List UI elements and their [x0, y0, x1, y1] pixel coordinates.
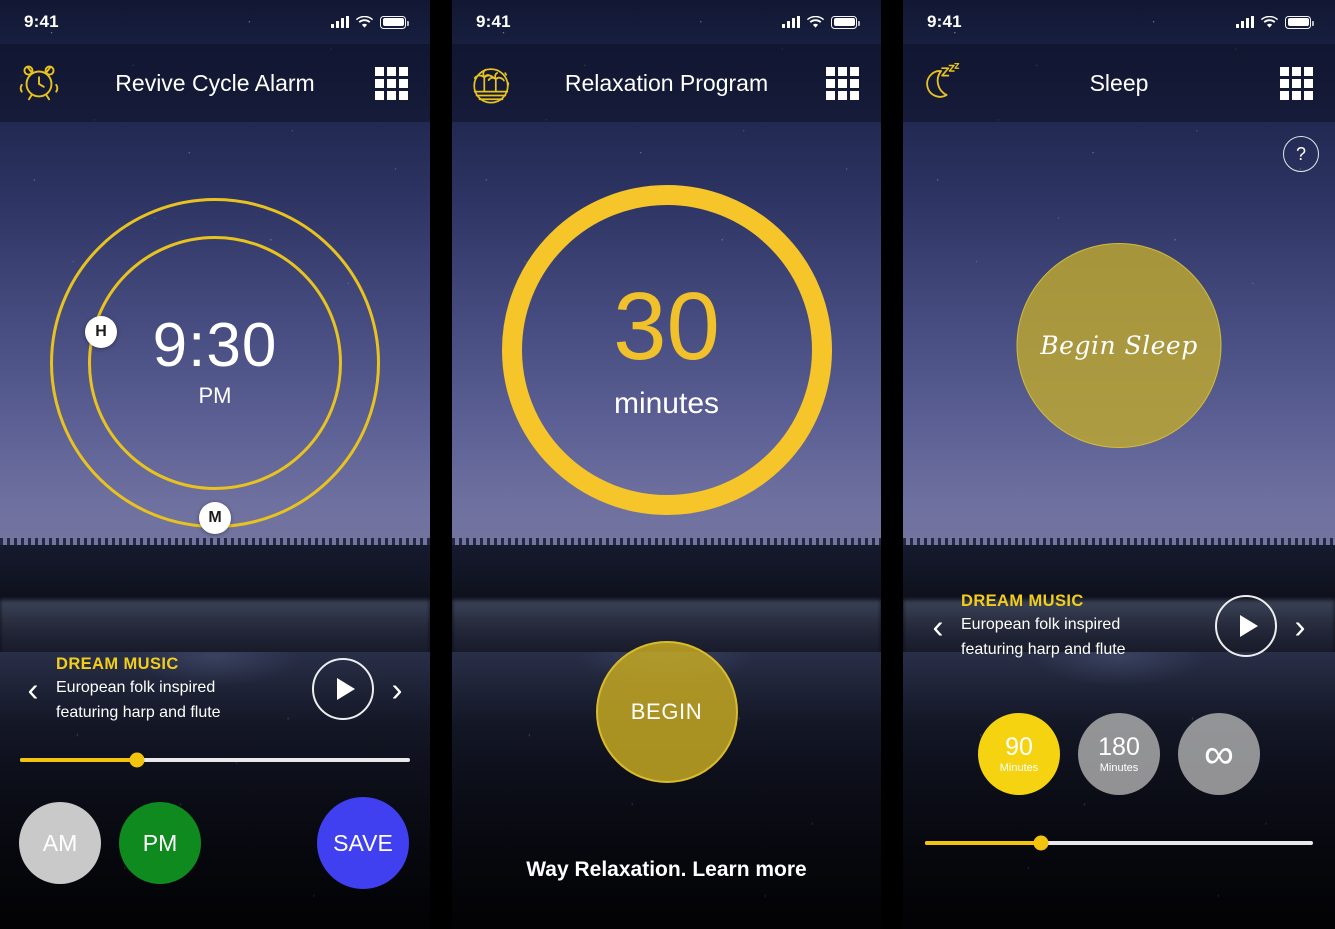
timer-unit: minutes — [613, 387, 720, 420]
next-track-button[interactable]: › — [374, 673, 420, 706]
learn-more-link[interactable]: Way Relaxation. Learn more — [452, 858, 881, 882]
wifi-icon — [1261, 15, 1278, 28]
track-description-line2: featuring harp and flute — [961, 640, 1126, 658]
phone-screen-revive-cycle-alarm: 9:41 Revive Cycle Alarm 9:30 PM H M ‹ DR… — [0, 0, 430, 929]
grid-menu-icon[interactable] — [1257, 66, 1335, 100]
alarm-meridiem: PM — [198, 383, 232, 408]
signal-bars-icon — [331, 16, 349, 28]
music-player-alarm: ‹ DREAM MUSIC European folk inspired fea… — [10, 655, 420, 723]
track-title: DREAM MUSIC — [961, 592, 1084, 610]
minute-handle[interactable]: M — [199, 502, 231, 534]
track-description-line1: European folk inspired — [56, 679, 216, 696]
track-description-line1: European folk inspired — [961, 616, 1121, 633]
duration-option-180[interactable]: 180 Minutes — [1078, 713, 1160, 795]
play-icon — [1239, 615, 1258, 638]
screenshot-stage: 9:41 Revive Cycle Alarm 9:30 PM H M ‹ DR… — [0, 0, 1335, 929]
slider-fill — [925, 841, 1042, 845]
volume-slider-alarm[interactable] — [20, 752, 410, 768]
page-title: Revive Cycle Alarm — [115, 69, 315, 96]
track-description-line2: featuring harp and flute — [56, 703, 221, 721]
battery-icon — [380, 15, 409, 29]
status-bar: 9:41 — [0, 0, 430, 44]
duration-unit: Minutes — [1099, 761, 1139, 774]
moon-zzz-icon — [903, 60, 981, 106]
help-button[interactable]: ? — [1283, 136, 1319, 172]
slider-knob[interactable] — [129, 752, 145, 768]
duration-unit: Minutes — [999, 761, 1039, 774]
music-player-sleep: ‹ DREAM MUSIC European folk inspired fea… — [915, 592, 1323, 660]
status-bar-icons — [782, 15, 860, 29]
duration-option-infinite[interactable]: ∞ — [1178, 713, 1260, 795]
am-button[interactable]: AM — [19, 802, 101, 884]
wifi-icon — [356, 15, 373, 28]
page-title: Relaxation Program — [564, 69, 769, 96]
app-header-sleep: Sleep — [903, 44, 1335, 122]
next-track-button[interactable]: › — [1277, 610, 1323, 643]
slider-fill — [20, 758, 137, 762]
slider-knob[interactable] — [1033, 835, 1049, 851]
play-button[interactable] — [312, 658, 374, 721]
status-bar-time: 9:41 — [24, 12, 59, 31]
status-bar-time: 9:41 — [476, 12, 511, 31]
track-info: DREAM MUSIC European folk inspired featu… — [56, 655, 312, 723]
status-bar: 9:41 — [903, 0, 1335, 44]
begin-sleep-button[interactable]: Begin Sleep — [1016, 243, 1222, 448]
status-bar: 9:41 — [452, 0, 881, 44]
save-button[interactable]: SAVE — [317, 797, 409, 889]
sleep-duration-options: 90 Minutes 180 Minutes ∞ — [903, 713, 1335, 795]
alarm-clock-icon — [0, 60, 78, 106]
timer-value: 30 — [613, 273, 720, 380]
prev-track-button[interactable]: ‹ — [10, 673, 56, 706]
battery-icon — [831, 15, 860, 29]
hour-handle[interactable]: H — [85, 316, 117, 348]
track-info: DREAM MUSIC European folk inspired featu… — [961, 592, 1215, 660]
alarm-time: 9:30 — [152, 311, 278, 380]
relaxation-timer-dial[interactable]: 30 minutes — [501, 185, 832, 515]
duration-number: 180 — [1098, 733, 1140, 762]
signal-bars-icon — [782, 16, 800, 28]
wifi-icon — [807, 15, 824, 28]
status-bar-icons — [331, 15, 409, 29]
page-title: Sleep — [1089, 69, 1149, 96]
infinity-icon: ∞ — [1204, 730, 1234, 777]
track-title: DREAM MUSIC — [56, 655, 179, 673]
alarm-dial[interactable]: 9:30 PM H M — [0, 175, 430, 550]
palm-island-icon — [452, 60, 530, 106]
play-icon — [336, 678, 355, 701]
phone-screen-sleep: 9:41 Sleep ? Begin Sleep ‹ DREAM MUSIC E… — [903, 0, 1335, 929]
duration-option-90[interactable]: 90 Minutes — [978, 713, 1060, 795]
status-bar-time: 9:41 — [927, 12, 962, 31]
duration-number: 90 — [1005, 733, 1033, 762]
play-button[interactable] — [1215, 595, 1277, 658]
begin-sleep-label: Begin Sleep — [1040, 331, 1198, 360]
signal-bars-icon — [1236, 16, 1254, 28]
battery-icon — [1285, 15, 1314, 29]
pm-button[interactable]: PM — [119, 802, 201, 884]
phone-screen-relaxation-program: 9:41 Relaxation Program 30 minutes BEGIN… — [452, 0, 881, 929]
grid-menu-icon[interactable] — [803, 66, 881, 100]
grid-menu-icon[interactable] — [352, 66, 430, 100]
prev-track-button[interactable]: ‹ — [915, 610, 961, 643]
app-header-relaxation: Relaxation Program — [452, 44, 881, 122]
status-bar-icons — [1236, 15, 1314, 29]
app-header-alarm: Revive Cycle Alarm — [0, 44, 430, 122]
volume-slider-sleep[interactable] — [925, 835, 1313, 851]
begin-button[interactable]: BEGIN — [595, 641, 738, 783]
